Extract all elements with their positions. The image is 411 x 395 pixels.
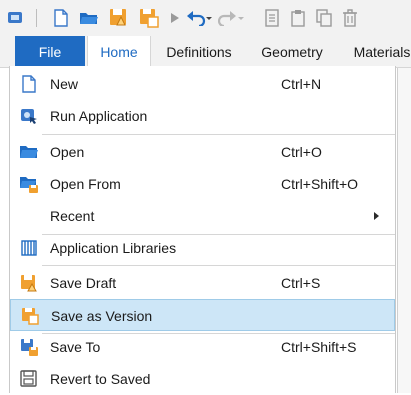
- menu-item-save-to[interactable]: Save To Ctrl+Shift+S: [10, 331, 395, 363]
- menu-item-open-from[interactable]: Open From Ctrl+Shift+O: [10, 168, 395, 200]
- menu-item-open[interactable]: Open Ctrl+O: [10, 136, 395, 168]
- redo-icon[interactable]: [218, 7, 244, 29]
- menu-item-label: Recent: [50, 208, 95, 224]
- menu-item-label: Save Draft: [50, 275, 117, 291]
- revert-icon: [19, 369, 39, 389]
- open-folder-icon[interactable]: [78, 7, 100, 29]
- tab-materials[interactable]: Materials: [342, 36, 411, 68]
- delete-icon[interactable]: [340, 7, 360, 29]
- tab-definitions[interactable]: Definitions: [154, 36, 244, 68]
- save-as-version-icon: [20, 306, 40, 326]
- ribbon-tab-bar: File Home Definitions Geometry Materials: [0, 36, 411, 68]
- menu-item-run-application[interactable]: Run Application: [10, 100, 395, 132]
- menu-item-label: Save To: [50, 339, 101, 355]
- quick-access-toolbar: [0, 0, 411, 36]
- new-file-icon: [19, 74, 39, 94]
- menu-item-label: Application Libraries: [50, 240, 177, 256]
- menu-item-shortcut: Ctrl+Shift+S: [281, 339, 357, 355]
- menu-divider: [42, 134, 395, 135]
- run-icon[interactable]: [166, 7, 184, 29]
- open-from-icon: [19, 174, 39, 194]
- menu-item-shortcut: Ctrl+N: [281, 76, 322, 92]
- menu-item-revert-to-saved[interactable]: Revert to Saved: [10, 363, 395, 395]
- menu-item-shortcut: Ctrl+O: [281, 144, 322, 160]
- menu-item-label: Open: [50, 144, 85, 160]
- copy-icon[interactable]: [262, 7, 282, 29]
- menu-item-save-as-version[interactable]: Save as Version: [10, 299, 395, 331]
- menu-divider: [42, 265, 395, 266]
- menu-item-save-draft[interactable]: Save Draft Ctrl+S: [10, 267, 395, 299]
- app-icon[interactable]: [4, 7, 26, 29]
- tab-home[interactable]: Home: [87, 36, 151, 68]
- application-libraries-icon: [19, 238, 39, 258]
- menu-item-new[interactable]: New Ctrl+N: [10, 68, 395, 100]
- menu-item-label: Open From: [50, 176, 121, 192]
- menu-item-shortcut: Ctrl+S: [281, 275, 321, 291]
- save-draft-icon[interactable]: [108, 7, 130, 29]
- open-folder-icon: [19, 142, 39, 162]
- menu-item-label: Run Application: [50, 108, 148, 124]
- tab-geometry[interactable]: Geometry: [250, 36, 334, 68]
- run-application-icon: [19, 106, 39, 126]
- toolbar-separator: [36, 9, 37, 27]
- save-draft-icon: [19, 273, 39, 293]
- menu-item-recent[interactable]: Recent: [10, 200, 395, 232]
- duplicate-icon[interactable]: [314, 7, 334, 29]
- menu-item-shortcut: Ctrl+Shift+O: [281, 176, 359, 192]
- file-menu: New Ctrl+N Run Application Open Ctrl+O O…: [9, 66, 396, 393]
- undo-icon[interactable]: [186, 7, 212, 29]
- menu-item-application-libraries[interactable]: Application Libraries: [10, 232, 395, 264]
- menu-item-label: Revert to Saved: [50, 371, 151, 387]
- submenu-arrow-icon: [374, 212, 379, 220]
- paste-icon[interactable]: [288, 7, 308, 29]
- new-file-icon[interactable]: [50, 7, 72, 29]
- menu-item-label: Save as Version: [51, 308, 153, 324]
- save-version-icon[interactable]: [138, 7, 160, 29]
- save-to-icon: [19, 337, 39, 357]
- menu-item-label: New: [50, 76, 79, 92]
- background-panel: [397, 68, 411, 393]
- tab-file[interactable]: File: [15, 36, 85, 68]
